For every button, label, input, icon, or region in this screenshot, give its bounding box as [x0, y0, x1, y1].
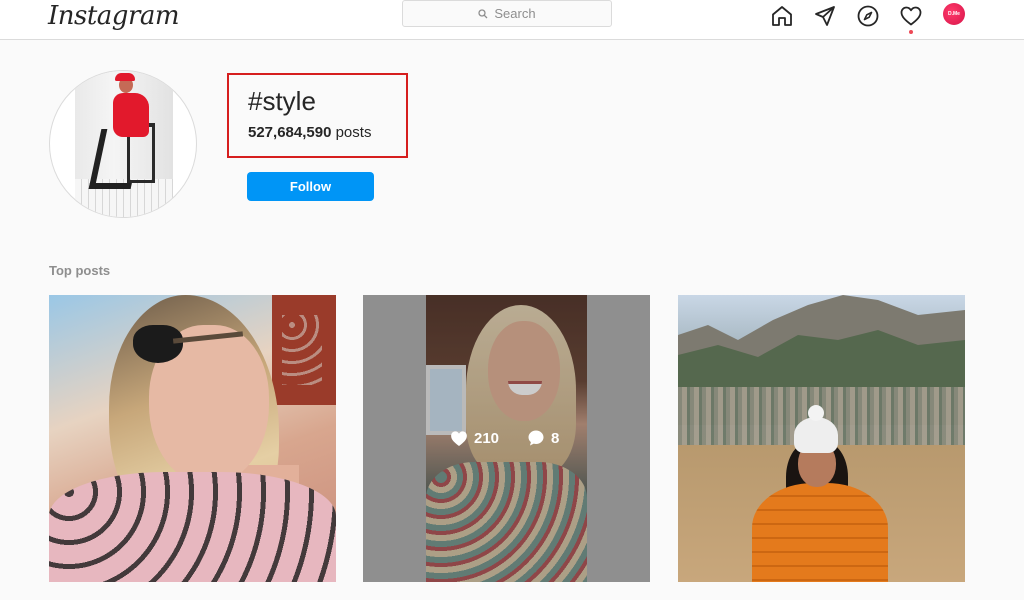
post-thumbnail-1[interactable] — [49, 295, 336, 582]
post3-beanie — [794, 417, 838, 453]
photo-dress — [113, 93, 149, 137]
activity-heart-icon[interactable] — [899, 4, 923, 28]
likes-count: 210 — [474, 429, 500, 447]
top-nav-bar: Instagram Search D.Me — [0, 0, 1024, 40]
comments-count: 8 — [551, 429, 560, 447]
profile-avatar[interactable]: D.Me — [943, 3, 965, 25]
post2-stats: 210 8 — [450, 429, 559, 447]
top-posts-label: Top posts — [49, 263, 111, 278]
photo-hat — [115, 73, 135, 81]
avatar-text: D.Me — [948, 11, 960, 17]
search-placeholder: Search — [494, 6, 536, 21]
post1-sunglasses — [133, 317, 244, 365]
post3-jacket — [752, 483, 888, 582]
heart-filled-icon — [451, 430, 467, 446]
post-thumbnail-2[interactable]: 210 8 — [363, 295, 650, 582]
cover-photo — [75, 71, 173, 217]
likes-stat: 210 — [450, 430, 499, 447]
comments-stat: 8 — [527, 429, 559, 447]
post-thumbnail-3[interactable] — [678, 295, 965, 582]
hashtag-cover-image — [49, 70, 197, 218]
home-icon[interactable] — [770, 4, 794, 28]
explore-icon[interactable] — [856, 4, 880, 28]
post1-arm — [172, 331, 244, 344]
search-icon — [478, 8, 488, 18]
direct-message-icon[interactable] — [813, 4, 837, 28]
search-input[interactable]: Search — [402, 0, 612, 27]
annotation-highlight-box — [227, 73, 408, 158]
post1-building — [272, 295, 336, 405]
post1-dress — [49, 472, 336, 582]
comment-filled-icon — [528, 430, 544, 446]
instagram-logo[interactable]: Instagram — [48, 0, 180, 32]
post1-lens — [133, 325, 183, 363]
notification-dot — [909, 30, 913, 34]
follow-button[interactable]: Follow — [247, 172, 374, 201]
post3-pompom — [808, 405, 824, 421]
